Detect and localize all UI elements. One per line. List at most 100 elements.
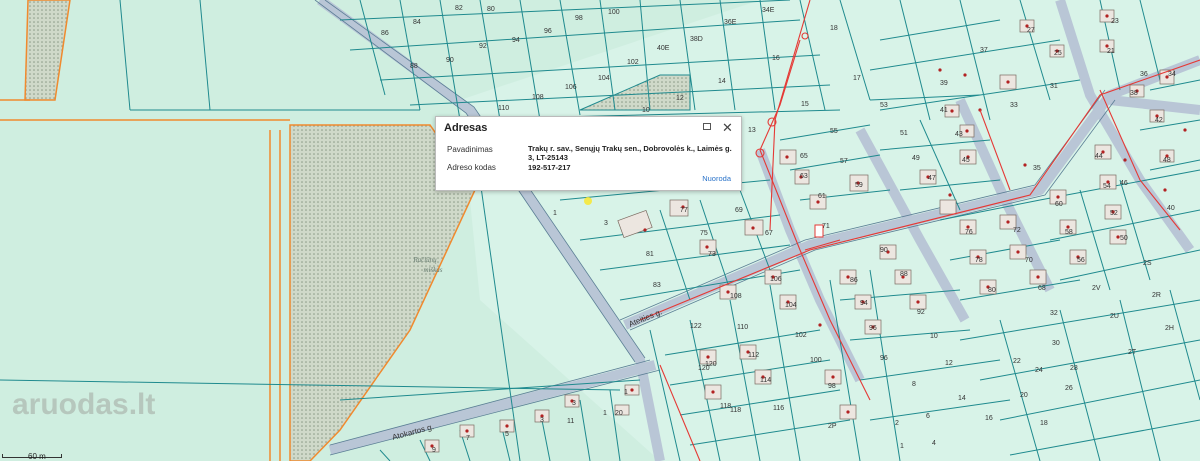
svg-text:14: 14: [718, 78, 726, 85]
restore-icon[interactable]: [702, 122, 713, 133]
svg-text:114: 114: [760, 377, 771, 384]
svg-text:53: 53: [880, 102, 888, 109]
svg-text:1: 1: [553, 210, 557, 217]
close-icon[interactable]: ✕: [722, 121, 733, 134]
svg-text:28: 28: [1070, 365, 1078, 372]
svg-text:120: 120: [705, 361, 717, 368]
svg-text:34E: 34E: [762, 7, 775, 14]
svg-text:90: 90: [880, 247, 888, 254]
svg-text:16: 16: [985, 415, 993, 422]
svg-text:35: 35: [1033, 165, 1041, 172]
svg-text:34: 34: [1168, 71, 1176, 78]
svg-text:16: 16: [772, 55, 780, 62]
svg-text:96: 96: [880, 355, 888, 362]
link-button[interactable]: Nuoroda: [702, 174, 731, 183]
svg-text:24: 24: [1035, 367, 1043, 374]
svg-text:9: 9: [432, 447, 436, 454]
svg-text:86: 86: [850, 277, 858, 284]
svg-text:46: 46: [1120, 180, 1128, 187]
svg-text:3: 3: [572, 400, 576, 407]
svg-text:71: 71: [822, 223, 830, 230]
svg-text:25: 25: [1054, 50, 1062, 57]
svg-text:17: 17: [853, 75, 861, 82]
svg-text:106: 106: [565, 84, 577, 91]
svg-text:2P: 2P: [828, 423, 837, 430]
svg-text:110: 110: [737, 324, 748, 331]
svg-text:58: 58: [1065, 229, 1073, 236]
svg-text:8: 8: [912, 381, 916, 388]
svg-text:104: 104: [598, 75, 610, 82]
svg-text:20: 20: [1020, 392, 1028, 399]
svg-text:3: 3: [604, 220, 608, 227]
name-value: Trakų r. sav., Senųjų Trakų sen., Dobrov…: [528, 144, 732, 162]
svg-text:94: 94: [860, 300, 868, 307]
svg-text:102: 102: [627, 59, 639, 66]
svg-text:60: 60: [1055, 201, 1063, 208]
svg-text:12: 12: [945, 360, 953, 367]
svg-text:1: 1: [603, 410, 607, 417]
svg-text:118: 118: [730, 407, 741, 414]
svg-text:110: 110: [498, 105, 509, 112]
selected-address-marker[interactable]: [584, 197, 592, 205]
svg-text:76: 76: [965, 229, 973, 236]
svg-text:38: 38: [1130, 90, 1138, 97]
svg-text:15: 15: [801, 101, 809, 108]
svg-text:18: 18: [1040, 420, 1048, 427]
svg-text:11: 11: [567, 418, 574, 425]
svg-text:49: 49: [912, 155, 920, 162]
svg-text:116: 116: [773, 405, 784, 412]
svg-text:42: 42: [1155, 117, 1163, 124]
svg-text:6: 6: [926, 413, 930, 420]
svg-text:80: 80: [988, 287, 996, 294]
svg-text:82: 82: [455, 5, 463, 12]
svg-text:14: 14: [958, 395, 966, 402]
svg-text:63: 63: [800, 173, 808, 180]
svg-text:52: 52: [1110, 210, 1118, 217]
svg-text:100: 100: [810, 357, 822, 364]
svg-text:83: 83: [653, 282, 661, 289]
svg-text:84: 84: [413, 19, 421, 26]
svg-text:40E: 40E: [657, 45, 670, 52]
svg-text:2V: 2V: [1092, 285, 1101, 292]
svg-text:41: 41: [940, 107, 948, 114]
svg-text:67: 67: [765, 230, 773, 237]
svg-text:65: 65: [800, 153, 808, 160]
svg-text:69: 69: [735, 207, 743, 214]
svg-text:54: 54: [1103, 183, 1111, 190]
svg-text:98: 98: [828, 383, 836, 390]
svg-text:70: 70: [1025, 257, 1033, 264]
svg-text:90: 90: [446, 57, 454, 64]
svg-text:2S: 2S: [1143, 260, 1152, 267]
code-label: Adreso kodas: [447, 163, 496, 172]
svg-text:10: 10: [642, 107, 650, 114]
svg-text:3: 3: [540, 417, 544, 424]
svg-text:72: 72: [1013, 227, 1021, 234]
svg-text:36E: 36E: [724, 19, 737, 26]
svg-text:86: 86: [381, 30, 389, 37]
svg-text:18: 18: [830, 25, 838, 32]
svg-text:31: 31: [1050, 83, 1058, 90]
svg-text:96: 96: [544, 28, 552, 35]
svg-text:59: 59: [855, 182, 863, 189]
svg-text:92: 92: [479, 43, 487, 50]
svg-text:Račiūnų: Račiūnų: [412, 256, 437, 264]
cadastral-map[interactable]: 82 8098100 34E868492 949636E18 908838D40E…: [0, 0, 1200, 461]
svg-text:73: 73: [708, 251, 716, 258]
svg-text:104: 104: [785, 302, 797, 309]
svg-text:75: 75: [700, 230, 708, 237]
svg-text:4: 4: [932, 440, 936, 447]
svg-text:36: 36: [1140, 71, 1148, 78]
svg-text:1: 1: [900, 443, 904, 450]
svg-text:56: 56: [1077, 257, 1085, 264]
svg-text:108: 108: [532, 94, 544, 101]
svg-text:112: 112: [748, 352, 759, 359]
svg-text:32: 32: [1050, 310, 1058, 317]
watermark-logo: aruodas.lt: [12, 388, 155, 422]
svg-text:5: 5: [505, 431, 509, 438]
svg-text:88: 88: [900, 271, 908, 278]
svg-text:80: 80: [487, 6, 495, 13]
svg-text:22: 22: [1013, 358, 1021, 365]
svg-text:2T: 2T: [1128, 349, 1137, 356]
svg-text:2H: 2H: [1165, 325, 1174, 332]
svg-text:47: 47: [928, 175, 936, 182]
